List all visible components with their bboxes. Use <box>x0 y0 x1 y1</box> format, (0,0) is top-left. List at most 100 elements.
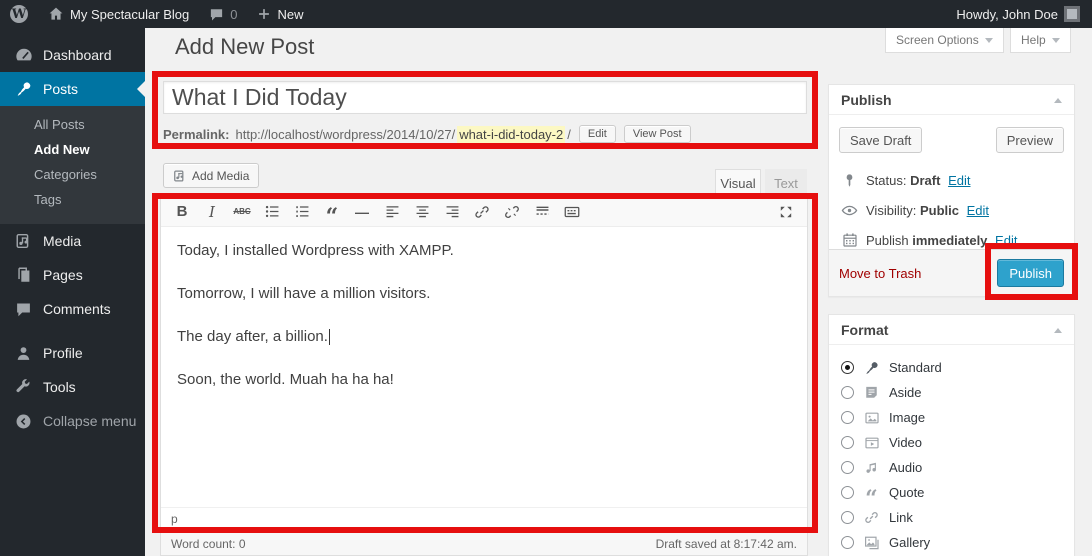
radio-unselected[interactable] <box>841 436 854 449</box>
preview-button[interactable]: Preview <box>996 127 1064 153</box>
editor-paragraph: Today, I installed Wordpress with XAMPP. <box>177 241 791 261</box>
collapse-toggle-icon[interactable] <box>1054 324 1062 333</box>
align-center-button[interactable] <box>409 200 435 224</box>
sidebar-item-label: Media <box>43 233 81 249</box>
element-path-tag[interactable]: p <box>171 512 178 526</box>
calendar-icon <box>841 232 858 248</box>
edit-permalink-button[interactable]: Edit <box>579 125 616 143</box>
sidebar-item-collapse-menu[interactable]: Collapse menu <box>0 404 145 438</box>
sidebar-item-comments[interactable]: Comments <box>0 292 145 326</box>
tab-text[interactable]: Text <box>765 169 807 196</box>
sidebar-item-posts[interactable]: Posts <box>0 72 145 106</box>
unlink-button[interactable] <box>499 200 525 224</box>
chevron-down-icon <box>1052 38 1060 47</box>
sidebar-item-dashboard[interactable]: Dashboard <box>0 38 145 72</box>
permalink-slug[interactable]: what-i-did-today-2 <box>457 126 565 143</box>
numbered-list-button[interactable] <box>289 200 315 224</box>
sidebar-item-categories[interactable]: Categories <box>0 162 145 187</box>
edit-schedule-link[interactable]: Edit <box>995 233 1017 248</box>
bulleted-list-button[interactable] <box>259 200 285 224</box>
new-content-menu[interactable]: New <box>247 0 313 28</box>
comment-bubble-icon <box>209 7 224 22</box>
italic-icon: I <box>209 203 215 221</box>
help-button[interactable]: Help <box>1010 28 1071 53</box>
blockquote-button[interactable]: “ <box>319 200 345 224</box>
edit-status-link[interactable]: Edit <box>948 173 970 188</box>
sidebar-item-media[interactable]: Media <box>0 224 145 258</box>
align-left-button[interactable] <box>379 200 405 224</box>
publish-button[interactable]: Publish <box>997 259 1064 287</box>
wordpress-logo-menu[interactable]: W <box>0 0 38 28</box>
sidebar-item-label: Profile <box>43 345 83 361</box>
format-option-aside[interactable]: Aside <box>841 380 1062 405</box>
strikethrough-button[interactable]: ABC <box>229 200 255 224</box>
add-media-button[interactable]: Add Media <box>163 163 259 188</box>
screen-options-label: Screen Options <box>896 33 979 47</box>
page-title: Add New Post <box>175 34 314 60</box>
collapse-toggle-icon[interactable] <box>1054 94 1062 103</box>
format-option-standard[interactable]: Standard <box>841 355 1062 380</box>
text-cursor <box>329 329 330 345</box>
visual-editor: B I ABC “ — <box>160 196 808 532</box>
tab-visual[interactable]: Visual <box>715 169 761 196</box>
insert-more-tag-button[interactable] <box>529 200 555 224</box>
sidebar-item-add-new[interactable]: Add New <box>0 137 145 162</box>
format-option-image[interactable]: Image <box>841 405 1062 430</box>
post-title-input[interactable] <box>163 81 807 114</box>
add-media-label: Add Media <box>192 169 249 183</box>
wordpress-admin-add-new-post: W My Spectacular Blog 0 New Howdy, John … <box>0 0 1092 556</box>
format-box-header[interactable]: Format <box>829 315 1074 345</box>
format-option-gallery[interactable]: Gallery <box>841 530 1062 555</box>
sidebar-item-tools[interactable]: Tools <box>0 370 145 404</box>
align-right-icon <box>444 203 461 220</box>
format-option-audio[interactable]: Audio <box>841 455 1062 480</box>
comments-bubble-menu[interactable]: 0 <box>199 0 247 28</box>
radio-unselected[interactable] <box>841 536 854 549</box>
move-to-trash-link[interactable]: Move to Trash <box>839 266 921 281</box>
radio-unselected[interactable] <box>841 461 854 474</box>
save-draft-button[interactable]: Save Draft <box>839 127 922 153</box>
plus-icon <box>257 7 271 21</box>
screen-options-button[interactable]: Screen Options <box>885 28 1004 53</box>
sidebar-item-label: Pages <box>43 267 83 283</box>
format-option-video[interactable]: Video <box>841 430 1062 455</box>
view-post-button[interactable]: View Post <box>624 125 691 143</box>
site-name-menu[interactable]: My Spectacular Blog <box>38 0 199 28</box>
eye-icon <box>841 202 858 219</box>
format-option-quote[interactable]: “ Quote <box>841 480 1062 505</box>
sidebar-item-profile[interactable]: Profile <box>0 336 145 370</box>
radio-selected[interactable] <box>841 361 854 374</box>
post-status-icon <box>841 173 858 188</box>
italic-button[interactable]: I <box>199 200 225 224</box>
radio-unselected[interactable] <box>841 411 854 424</box>
horizontal-rule-button[interactable]: — <box>349 200 375 224</box>
numbered-list-icon <box>294 203 311 220</box>
sidebar-separator <box>0 326 145 336</box>
sidebar-item-pages[interactable]: Pages <box>0 258 145 292</box>
visibility-value: Public <box>920 203 959 218</box>
sidebar-item-all-posts[interactable]: All Posts <box>0 112 145 137</box>
align-right-button[interactable] <box>439 200 465 224</box>
permalink-trailing-slash: / <box>567 127 571 142</box>
toolbar-toggle-button[interactable] <box>559 200 585 224</box>
fullscreen-button[interactable] <box>773 200 799 224</box>
word-count-value: 0 <box>239 537 246 551</box>
sidebar-item-tags[interactable]: Tags <box>0 187 145 212</box>
insert-link-button[interactable] <box>469 200 495 224</box>
bulleted-list-icon <box>264 203 281 220</box>
bold-button[interactable]: B <box>169 200 195 224</box>
radio-unselected[interactable] <box>841 511 854 524</box>
publish-box-header[interactable]: Publish <box>829 85 1074 115</box>
radio-unselected[interactable] <box>841 386 854 399</box>
format-option-link[interactable]: Link <box>841 505 1062 530</box>
sidebar-item-label: Tools <box>43 379 76 395</box>
site-name-label: My Spectacular Blog <box>70 7 189 22</box>
radio-unselected[interactable] <box>841 486 854 499</box>
edit-visibility-link[interactable]: Edit <box>967 203 989 218</box>
home-icon <box>48 6 64 22</box>
format-box: Format Standard Aside <box>828 314 1075 556</box>
howdy-account-menu[interactable]: Howdy, John Doe <box>946 0 1082 28</box>
editor-paragraph: Soon, the world. Muah ha ha ha! <box>177 370 791 390</box>
editor-content-area[interactable]: Today, I installed Wordpress with XAMPP.… <box>161 227 807 507</box>
word-count-label: Word count: <box>171 537 235 551</box>
